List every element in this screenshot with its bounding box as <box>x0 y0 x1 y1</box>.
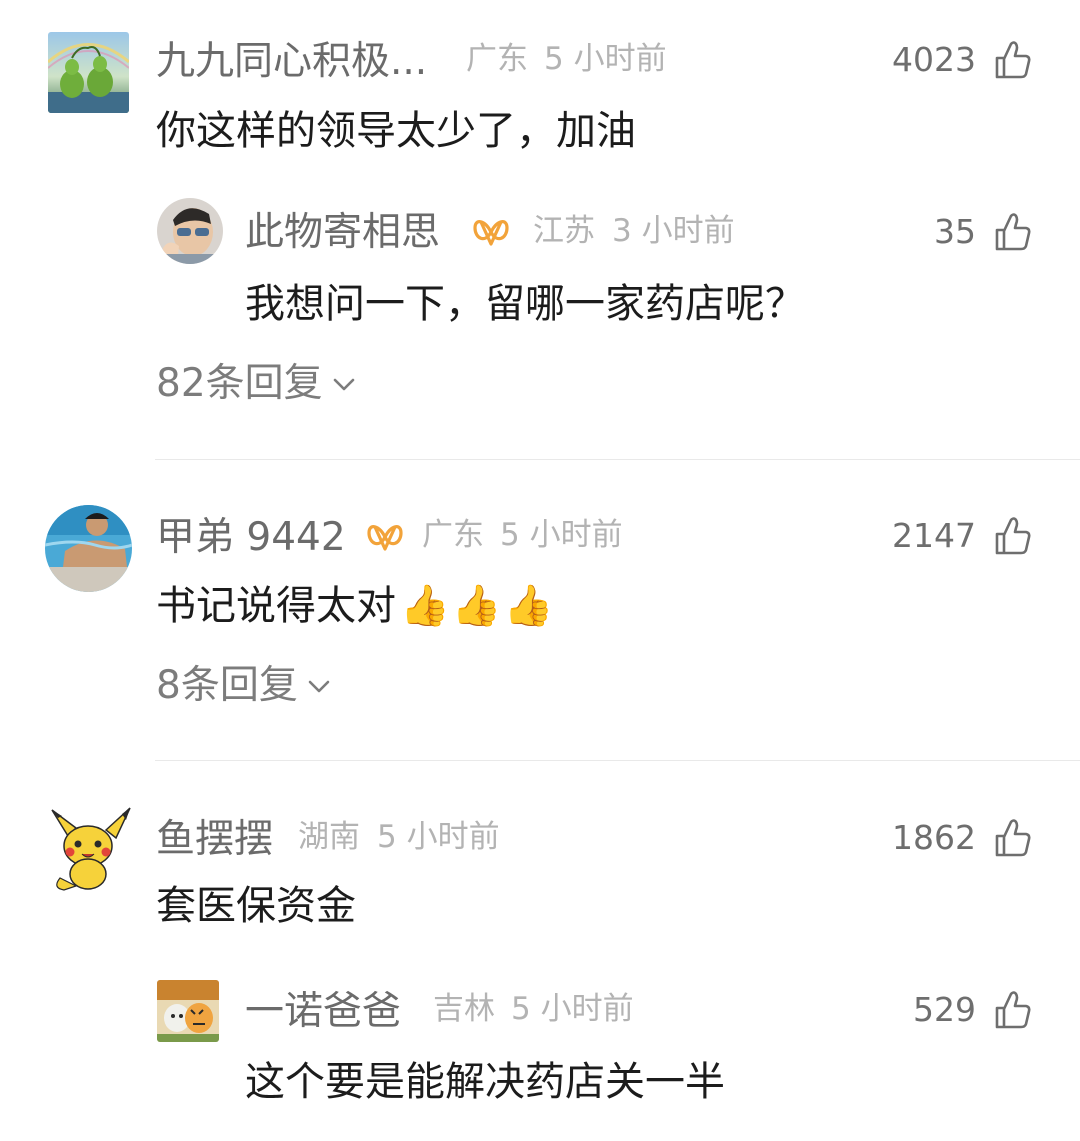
thumbs-up-outline-icon[interactable] <box>994 212 1032 252</box>
comment-location: 广东 <box>422 517 484 553</box>
commenter-name[interactable]: 此物寄相思 <box>245 213 440 252</box>
divider <box>155 760 1080 761</box>
vip-badge-icon <box>473 220 509 246</box>
commenter-name[interactable]: 甲弟 9442 <box>156 518 346 557</box>
swimmer-avatar-image <box>45 505 132 592</box>
vip-badge-icon <box>367 525 403 551</box>
replies-count-label: 8条回复 <box>156 663 298 708</box>
avatar[interactable] <box>157 980 219 1042</box>
comment-location: 广东 <box>466 41 528 77</box>
like-count: 35 <box>934 212 976 251</box>
thumbs-up-outline-icon[interactable] <box>994 990 1032 1030</box>
avatar[interactable] <box>48 32 129 113</box>
comment-time: 5 小时前 <box>377 819 500 855</box>
chevron-down-icon <box>308 680 330 692</box>
view-replies-button[interactable]: 82条回复 <box>156 364 357 403</box>
replies-count-label: 82条回复 <box>156 361 323 406</box>
comment-text: 套医保资金 <box>156 883 356 929</box>
thumbs-up-outline-icon[interactable] <box>994 516 1032 556</box>
like-count: 1862 <box>892 818 976 857</box>
view-replies-button[interactable]: 8条回复 <box>156 666 332 705</box>
gourd-avatar-image <box>48 32 129 113</box>
commenter-name[interactable]: 一诺爸爸 <box>245 992 401 1031</box>
like-count: 2147 <box>892 516 976 555</box>
like-count: 529 <box>913 990 976 1029</box>
avatar[interactable] <box>157 198 223 264</box>
comment-location: 吉林 <box>433 991 495 1027</box>
comment-text-row: 书记说得太对 👍👍👍 <box>156 586 555 626</box>
comment-time: 5 小时前 <box>544 41 667 77</box>
like-count: 4023 <box>892 40 976 79</box>
thumbs-up-outline-icon[interactable] <box>994 40 1032 80</box>
avatar[interactable] <box>46 806 132 892</box>
comment-location: 湖南 <box>298 819 360 855</box>
comment-text: 这个要是能解决药店关一半 <box>245 1059 725 1105</box>
chevron-down-icon <box>333 378 354 390</box>
thumbs-up-emoji: 👍👍👍 <box>400 583 556 629</box>
person-avatar-image <box>157 198 223 264</box>
commenter-name[interactable]: 九九同心积极... <box>156 42 427 81</box>
comment-time: 5 小时前 <box>511 991 634 1027</box>
comment-text: 书记说得太对 <box>156 583 396 629</box>
pikachu-avatar-image <box>51 807 131 891</box>
divider <box>155 459 1080 460</box>
avatar[interactable] <box>45 505 132 592</box>
comment-time: 5 小时前 <box>500 517 623 553</box>
comment-text: 你这样的领导太少了，加油 <box>156 108 636 154</box>
comment-location: 江苏 <box>533 213 595 249</box>
commenter-name[interactable]: 鱼摆摆 <box>156 820 273 859</box>
tiger-avatar-image <box>157 980 219 1042</box>
thumbs-up-outline-icon[interactable] <box>994 818 1032 858</box>
comment-text: 我想问一下，留哪一家药店呢？ <box>245 281 805 327</box>
comment-time: 3 小时前 <box>612 213 735 249</box>
